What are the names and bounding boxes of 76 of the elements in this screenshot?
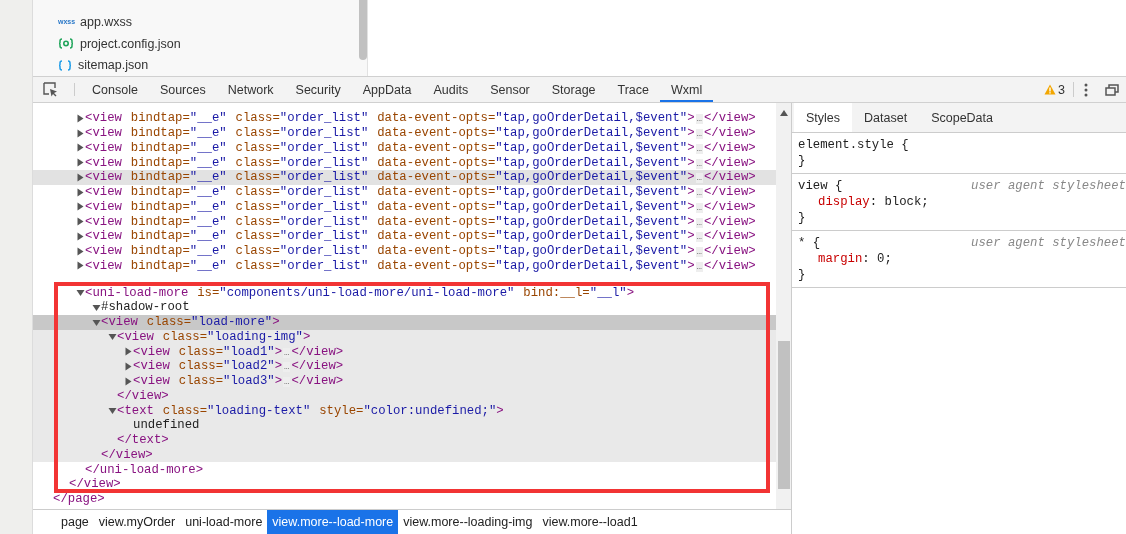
tree-row[interactable]: <view bindtap="__e" class="order_list" data-event-opts="tap,goOrderDetail,$event"> … </view>	[33, 258, 776, 274]
element-tag: <view class="load1"> … </view>	[133, 344, 344, 359]
braces-icon	[58, 59, 72, 71]
rule-selector: * {	[798, 236, 821, 250]
breadcrumb-item[interactable]: view.more--load-more	[267, 510, 399, 534]
closing-tag: </uni-load-more>	[85, 462, 204, 477]
element-tag: <view bindtap="__e" class="order_list" data-event-opts="tap,goOrderDetail,$event"> … </view>	[85, 258, 756, 273]
rule-source: user agent stylesheet	[971, 179, 1126, 193]
caret-icon[interactable]	[108, 406, 117, 416]
rule-selector: view {	[798, 179, 843, 193]
file-name[interactable]: sitemap.json	[78, 58, 149, 73]
element-tag: <view bindtap="__e" class="order_list" data-event-opts="tap,goOrderDetail,$event"> … </view>	[85, 244, 756, 259]
warning-icon	[1044, 84, 1057, 95]
panel-tab[interactable]: Storage	[540, 77, 607, 102]
file-name[interactable]: app.wxss	[80, 14, 133, 29]
closing-tag: </view>	[117, 388, 169, 403]
tree-row[interactable]: <uni-load-more is="components/uni-load-more/uni-load-more" bind:__l="__l">	[33, 285, 776, 300]
breadcrumb-item[interactable]: view.myOrder	[93, 510, 181, 534]
tree-row[interactable]: <view bindtap="__e" class="order_list" data-event-opts="tap,goOrderDetail,$event"> … </view>	[33, 140, 776, 156]
style-declaration: margin: 0;	[817, 252, 892, 266]
tree-row[interactable]: <view bindtap="__e" class="order_list" data-event-opts="tap,goOrderDetail,$event"> … </view>	[33, 125, 776, 141]
warnings-counter[interactable]: 3	[1036, 82, 1074, 97]
closing-tag: </text>	[117, 433, 169, 448]
tree-row[interactable]: <view class="load1"> … </view>	[33, 344, 776, 359]
closing-tag: </view>	[101, 447, 153, 462]
element-tag: <uni-load-more is="components/uni-load-more/uni-load-more" bind:__l="__l">	[85, 285, 635, 300]
shadow-root-label: #shadow-root	[101, 300, 190, 315]
panel-tab[interactable]: Trace	[606, 77, 661, 102]
rule-brace: }	[798, 154, 806, 168]
gear-braces-icon	[58, 38, 74, 49]
panel-tab[interactable]: Console	[81, 77, 149, 102]
scrollbar-thumb[interactable]	[777, 341, 790, 489]
rule-selector: element.style {	[798, 138, 909, 152]
rule-source: user agent stylesheet	[971, 236, 1126, 250]
element-tag: <view bindtap="__e" class="order_list" data-event-opts="tap,goOrderDetail,$event"> … </view>	[85, 140, 756, 155]
element-tag: <view class="loading-img">	[117, 329, 311, 344]
sidebar-tab[interactable]: ScopeData	[919, 103, 1005, 132]
element-tag: <view bindtap="__e" class="order_list" data-event-opts="tap,goOrderDetail,$event"> … </view>	[85, 199, 756, 214]
tree-row[interactable]: <view bindtap="__e" class="order_list" data-event-opts="tap,goOrderDetail,$event"> … </view>	[33, 243, 776, 259]
breadcrumb-item[interactable]: view.more--load1	[537, 510, 643, 534]
sidebar-tab[interactable]: Dataset	[852, 103, 920, 132]
element-tag: <view bindtap="__e" class="order_list" data-event-opts="tap,goOrderDetail,$event"> … </view>	[85, 185, 756, 200]
panel-tab[interactable]: Sensor	[479, 77, 541, 102]
scrollbar-thumb[interactable]	[359, 0, 367, 60]
tree-row[interactable]: </uni-load-more>	[33, 462, 776, 477]
scroll-up-icon[interactable]	[779, 110, 788, 116]
breadcrumb-item[interactable]: page	[56, 510, 94, 534]
panel-tab[interactable]: AppData	[351, 77, 423, 102]
panel-tab[interactable]: Sources	[148, 77, 217, 102]
element-tag: <view class="load3"> … </view>	[133, 374, 344, 389]
element-tag: <view bindtap="__e" class="order_list" data-event-opts="tap,goOrderDetail,$event"> … </view>	[85, 126, 756, 141]
closing-tag: </view>	[69, 477, 121, 492]
breadcrumb-item[interactable]: view.more--loading-img	[398, 510, 538, 534]
breadcrumb-item[interactable]: uni-load-more	[180, 510, 268, 534]
text-value: undefined	[133, 418, 200, 433]
closing-tag: </page>	[53, 492, 105, 507]
tree-row[interactable]: <view bindtap="__e" class="order_list" data-event-opts="tap,goOrderDetail,$event"> … </view>	[33, 184, 776, 200]
panel-tab[interactable]: Security	[284, 77, 352, 102]
rule-brace: }	[798, 211, 806, 225]
style-declaration: display: block;	[817, 195, 929, 209]
panel-tab[interactable]: Audits	[422, 77, 480, 102]
panel-tab[interactable]: Network	[216, 77, 285, 102]
sidebar-tab[interactable]: Styles	[794, 103, 853, 132]
tree-row[interactable]: </view>	[33, 477, 776, 492]
tree-row[interactable]: undefined	[33, 418, 776, 433]
rule-brace: }	[798, 268, 806, 282]
tree-row[interactable]: <text class="loading-text" style="color:undefined;">	[33, 403, 776, 418]
tree-row[interactable]: </page>	[33, 491, 776, 507]
element-tag: <view class="load2"> … </view>	[133, 359, 344, 374]
file-name[interactable]: project.config.json	[80, 36, 181, 51]
element-tag: <text class="loading-text" style="color:undefined;">	[117, 403, 504, 418]
element-tag: <view class="load-more">	[101, 315, 280, 330]
tree-row[interactable]: <view class="load2"> … </view>	[33, 359, 776, 374]
tree-row[interactable]: <view class="load-more">	[33, 314, 776, 330]
tree-row[interactable]: #shadow-root	[33, 300, 776, 315]
tree-row[interactable]: <view bindtap="__e" class="order_list" data-event-opts="tap,goOrderDetail,$event"> … </view>	[33, 199, 776, 215]
